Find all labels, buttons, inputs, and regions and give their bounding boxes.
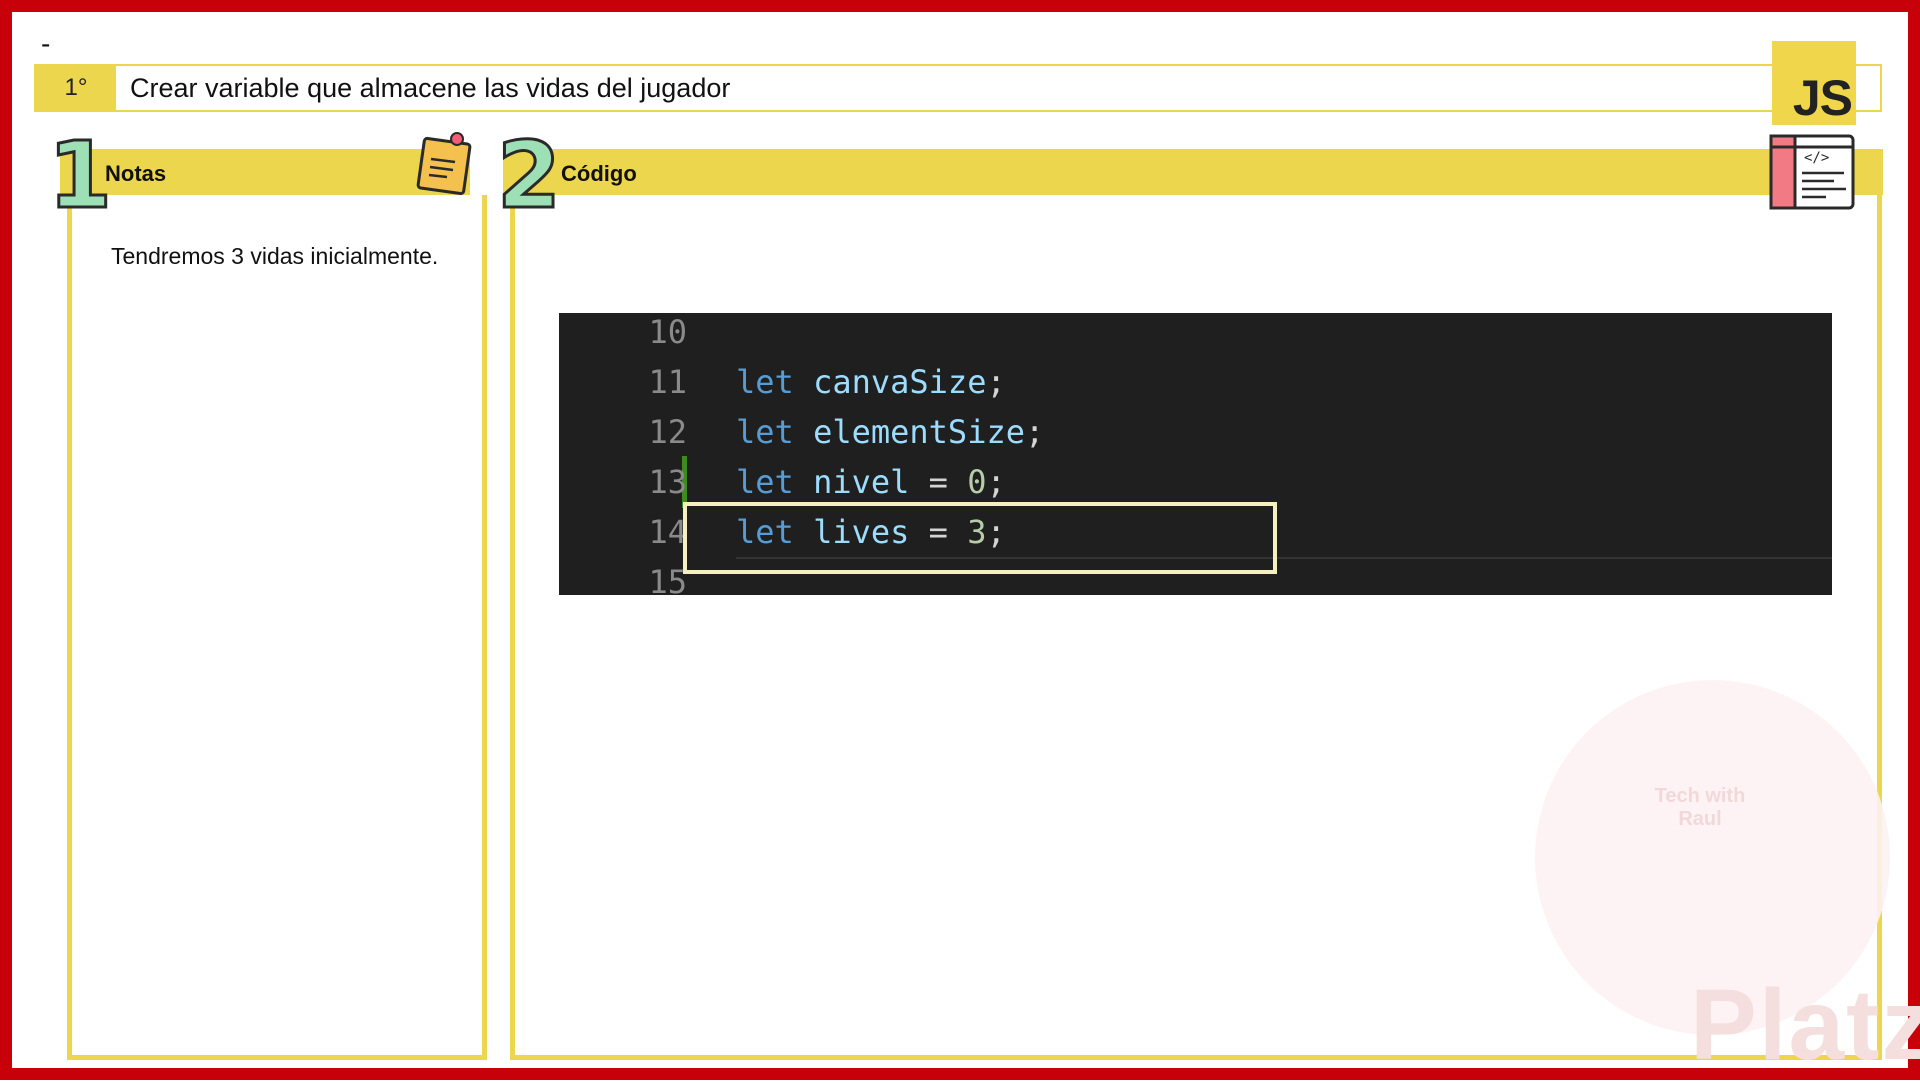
line-number: 14: [648, 513, 687, 551]
step-number: 1°: [36, 66, 116, 110]
line-number: 13: [648, 463, 687, 501]
notes-title: Notas: [105, 161, 167, 186]
svg-text:</>: </>: [1804, 150, 1829, 166]
line-number: 12: [648, 413, 687, 451]
code-line: 12 let elementSize;: [559, 413, 1832, 463]
code-number: 2: [495, 122, 562, 229]
platzi-logo: Platzi: [1690, 969, 1920, 1081]
code-line: 11 let canvaSize;: [559, 363, 1832, 413]
line-number: 15: [648, 563, 687, 595]
slide-dash: -: [41, 28, 51, 59]
highlight-box: [683, 502, 1277, 574]
sticky-note-icon: [416, 132, 472, 196]
line-number: 11: [648, 363, 687, 401]
code-title: Código: [561, 161, 637, 186]
step-title: Crear variable que almacene las vidas de…: [130, 73, 731, 103]
js-badge: JS: [1772, 41, 1856, 126]
notes-panel: [67, 195, 487, 1060]
code-window-icon: </>: [1769, 134, 1855, 210]
line-number: 10: [648, 313, 687, 351]
js-badge-label: JS: [1792, 70, 1853, 126]
notes-number: 1: [46, 122, 113, 229]
code-text: let elementSize;: [736, 413, 1045, 451]
code-header: [503, 149, 1883, 195]
code-text: let canvaSize;: [736, 363, 1006, 401]
step-bar: 1° Crear variable que almacene las vidas…: [34, 64, 1882, 112]
code-text: let nivel = 0;: [736, 463, 1006, 501]
notes-text: Tendremos 3 vidas inicialmente.: [111, 243, 439, 269]
watermark-logo-text: Tech with Raul: [1654, 785, 1746, 830]
code-line: 10: [559, 313, 1832, 363]
